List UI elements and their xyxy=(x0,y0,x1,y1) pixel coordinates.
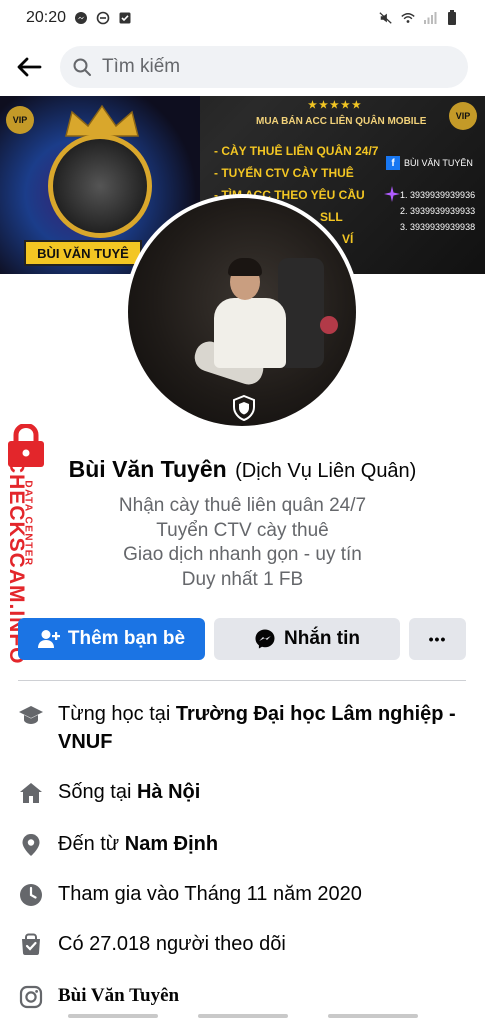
detail-text: Bùi Văn Tuyên xyxy=(58,982,458,1010)
profile-name: Bùi Văn Tuyên xyxy=(68,456,227,482)
detail-from[interactable]: Đến từ Nam Định xyxy=(18,830,466,858)
avatar-flower xyxy=(320,316,338,334)
clock-icon xyxy=(18,882,44,908)
status-right xyxy=(379,10,459,25)
location-pin-icon xyxy=(18,832,44,858)
avatar-person-hair xyxy=(228,258,262,276)
detail-prefix: Đến từ xyxy=(58,833,125,855)
home-icon xyxy=(18,780,44,806)
bottom-scroll-indicator xyxy=(0,1014,485,1020)
cover-fb-name: BÙI VĂN TUYÊN xyxy=(404,158,473,168)
bio-line: Nhận cày thuê liên quân 24/7 xyxy=(118,495,367,516)
section-divider xyxy=(18,680,466,681)
add-friend-label: Thêm bạn bè xyxy=(67,628,186,649)
back-arrow-icon[interactable] xyxy=(16,56,42,78)
detail-followers[interactable]: Có 27.018 người theo dõi xyxy=(18,930,466,958)
detail-prefix: Có 27.018 người theo dõi xyxy=(58,933,286,955)
messenger-icon xyxy=(255,629,275,649)
status-left: 20:20 xyxy=(26,9,132,27)
signal-icon xyxy=(423,11,437,25)
vip-badge-left: VIP xyxy=(6,106,34,134)
detail-text: Từng học tại Trường Đại học Lâm nghiệp -… xyxy=(58,700,458,756)
facebook-logo-icon: f xyxy=(386,156,400,170)
cover-name-banner: BÙI VĂN TUYÊ xyxy=(24,240,142,266)
detail-value[interactable]: Nam Định xyxy=(125,833,218,855)
search-box[interactable] xyxy=(60,46,468,88)
bio-line: Duy nhất 1 FB xyxy=(181,568,304,590)
battery-icon xyxy=(445,10,459,25)
followers-icon xyxy=(18,932,44,958)
detail-instagram[interactable]: Bùi Văn Tuyên xyxy=(18,982,466,1010)
status-time: 20:20 xyxy=(26,9,67,26)
cover-phone: 1. 3939939939936 xyxy=(400,190,476,200)
cover-stars: ★★★★★ xyxy=(308,100,363,111)
detail-joined: Tham gia vào Tháng 11 năm 2020 xyxy=(18,880,466,908)
cover-phone: 2. 3939939939933 xyxy=(400,206,476,216)
message-button[interactable]: Nhắn tin xyxy=(214,618,400,660)
profile-picture[interactable] xyxy=(128,198,356,426)
scroll-indicator-segment xyxy=(67,1014,158,1018)
vip-badge-right: VIP xyxy=(449,102,477,130)
cover-heading: MUA BÁN ACC LIÊN QUÂN MOBILE xyxy=(256,116,427,127)
profile-guard-icon xyxy=(230,394,258,422)
messenger-icon xyxy=(74,11,88,25)
mute-icon xyxy=(379,11,393,25)
add-friend-button[interactable]: Thêm bạn bè xyxy=(18,618,205,660)
more-options-button[interactable]: ••• xyxy=(409,618,466,660)
detail-text: Sống tại Hà Nội xyxy=(58,778,458,806)
search-row xyxy=(0,40,485,94)
cover-service-line: - TUYỂN CTV CÀY THUÊ xyxy=(214,166,354,180)
add-friend-icon xyxy=(37,630,60,648)
profile-picture-frame[interactable] xyxy=(124,194,360,430)
profile-alternate-name: (Dịch Vụ Liên Quân) xyxy=(235,460,417,482)
more-dots-icon: ••• xyxy=(428,631,447,647)
detail-lives-in[interactable]: Sống tại Hà Nội xyxy=(18,778,466,806)
bio-line: Giao dịch nhanh gọn - uy tín xyxy=(123,544,362,565)
detail-education[interactable]: Từng học tại Trường Đại học Lâm nghiệp -… xyxy=(18,700,466,756)
detail-prefix: Từng học tại xyxy=(58,703,176,725)
graduation-cap-icon xyxy=(18,702,44,728)
detail-value[interactable]: Hà Nội xyxy=(137,781,200,803)
detail-value[interactable]: Bùi Văn Tuyên xyxy=(58,985,179,1006)
profile-name-row: Bùi Văn Tuyên (Dịch Vụ Liên Quân) xyxy=(0,456,485,483)
scroll-indicator-segment xyxy=(327,1014,418,1018)
detail-text: Đến từ Nam Định xyxy=(58,830,458,858)
scroll-indicator-segment xyxy=(197,1014,288,1018)
detail-prefix: Sống tại xyxy=(58,781,137,803)
do-not-disturb-icon xyxy=(96,11,110,25)
wifi-icon xyxy=(401,11,415,25)
message-label: Nhắn tin xyxy=(284,628,360,649)
cover-avatar-ring xyxy=(48,134,152,238)
cover-phone: 3. 3939939939938 xyxy=(400,222,476,232)
search-icon xyxy=(73,58,91,76)
profile-actions: Thêm bạn bè Nhắn tin ••• xyxy=(18,618,466,660)
detail-text: Tham gia vào Tháng 11 năm 2020 xyxy=(58,880,458,908)
cover-service-line: SLL xyxy=(320,210,343,224)
cover-service-line: VÍ xyxy=(342,232,354,246)
status-bar: 20:20 xyxy=(0,0,485,36)
checkbox-notification-icon xyxy=(118,11,132,25)
instagram-icon xyxy=(18,984,44,1010)
star-sparkle-icon xyxy=(384,186,400,202)
bio-line: Tuyển CTV cày thuê xyxy=(156,519,329,541)
avatar-person-body xyxy=(214,298,286,368)
detail-prefix: Tham gia vào Tháng 11 năm 2020 xyxy=(58,883,362,905)
cover-fb-label: f BÙI VĂN TUYÊN xyxy=(386,154,480,172)
back-button[interactable] xyxy=(14,52,44,82)
profile-bio: Nhận cày thuê liên quân 24/7 Tuyển CTV c… xyxy=(0,494,485,592)
cover-service-line: - CÀY THUÊ LIÊN QUÂN 24/7 xyxy=(214,144,379,158)
detail-text: Có 27.018 người theo dõi xyxy=(58,930,458,958)
search-input[interactable] xyxy=(102,56,442,78)
